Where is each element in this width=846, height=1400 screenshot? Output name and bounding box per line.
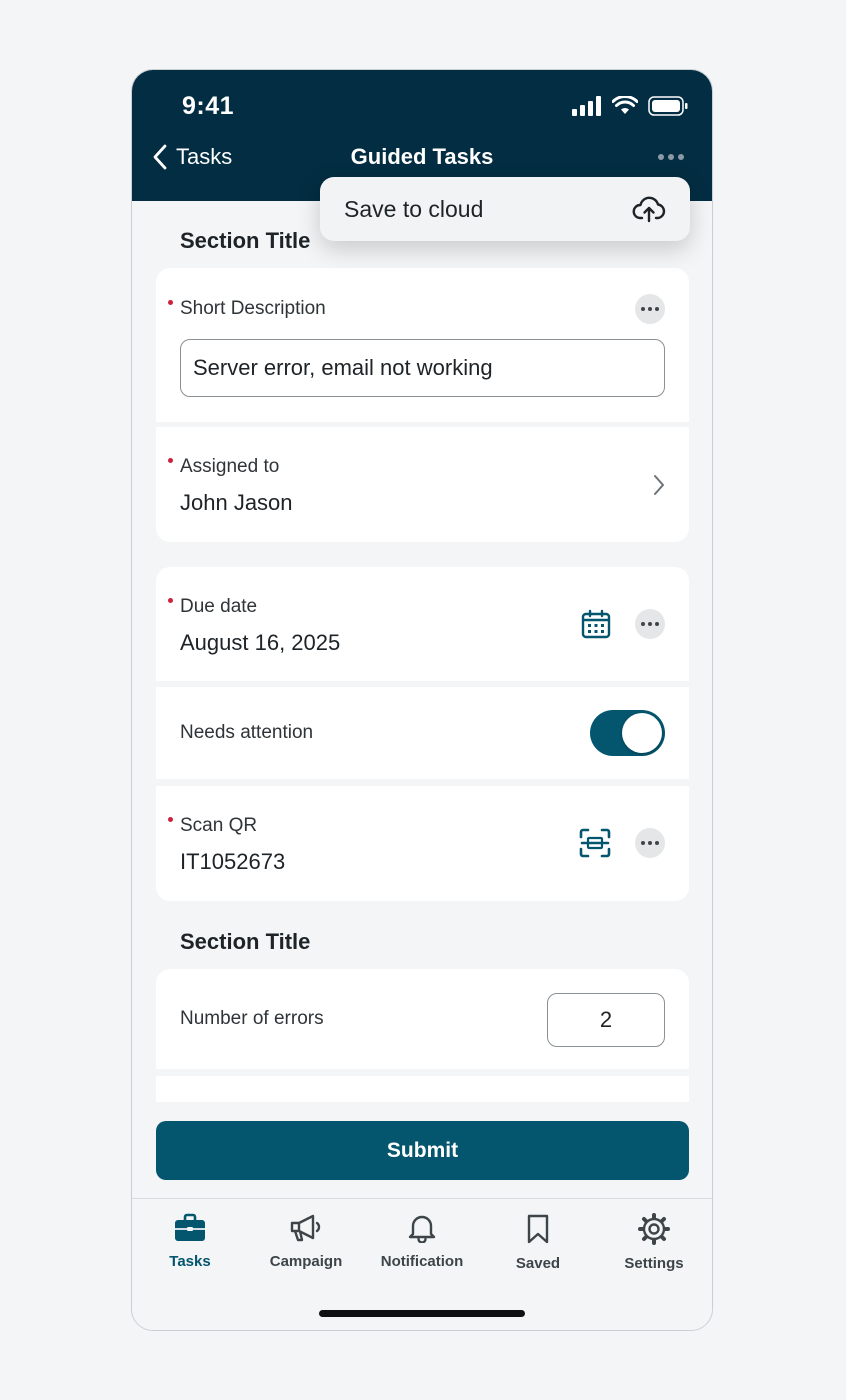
due-date-value: August 16, 2025: [180, 630, 341, 655]
number-of-errors-row: Number of errors 2: [156, 969, 689, 1069]
needs-attention-row: Needs attention: [156, 687, 689, 779]
assigned-to-row[interactable]: Assigned to John Jason: [156, 427, 689, 542]
wifi-icon: [612, 96, 638, 114]
scan-qr-value: IT1052673: [180, 849, 286, 874]
battery-icon: [648, 96, 688, 116]
field-more-button[interactable]: [635, 828, 665, 858]
form-content[interactable]: Section Title Short Description Server e…: [132, 201, 712, 1102]
assigned-to-label: Assigned to: [180, 456, 280, 477]
due-date-label: Due date: [180, 596, 258, 617]
due-date-card: Due date August 16, 2025: [156, 567, 689, 681]
next-field-card: [156, 1076, 689, 1102]
submit-button[interactable]: Submit: [156, 1121, 689, 1180]
toggle-knob: [622, 713, 662, 753]
scan-icon[interactable]: [579, 828, 611, 858]
bell-icon: [408, 1215, 436, 1243]
tab-label: Saved: [515, 1255, 561, 1272]
field-more-button[interactable]: [635, 294, 665, 324]
save-to-cloud-menu-item[interactable]: Save to cloud: [320, 177, 690, 241]
scan-qr-card: Scan QR IT1052673: [156, 786, 689, 901]
tab-label: Campaign: [269, 1253, 343, 1270]
needs-attention-label: Needs attention: [180, 722, 314, 743]
more-options-button[interactable]: [658, 154, 684, 160]
cloud-upload-icon: [632, 196, 666, 223]
chevron-right-icon: [654, 475, 664, 495]
more-dot: [648, 307, 652, 311]
more-dot: [668, 154, 674, 160]
short-description-input[interactable]: Server error, email not working: [180, 339, 665, 397]
required-indicator: [168, 817, 173, 822]
tab-label: Notification: [380, 1253, 464, 1270]
assigned-to-value: John Jason: [180, 490, 293, 515]
more-dot: [678, 154, 684, 160]
phone-frame: 9:41 Tasks Guided Tasks Save to cloud Se…: [131, 69, 713, 1331]
required-indicator: [168, 300, 173, 305]
tab-campaign[interactable]: Campaign: [248, 1213, 364, 1270]
tab-notification[interactable]: Notification: [364, 1213, 480, 1270]
required-indicator: [168, 458, 173, 463]
megaphone-icon: [290, 1214, 321, 1242]
status-icons: [572, 96, 688, 116]
short-description-label: Short Description: [180, 298, 326, 319]
signal-icon: [572, 96, 601, 116]
more-dot: [641, 307, 645, 311]
tab-tasks[interactable]: Tasks: [132, 1213, 248, 1270]
tab-saved[interactable]: Saved: [480, 1213, 596, 1272]
more-dot: [648, 622, 652, 626]
footer: Submit Tasks Campaign Notification Saved…: [132, 1102, 712, 1330]
briefcase-icon: [175, 1213, 205, 1241]
bookmark-icon: [527, 1214, 549, 1244]
home-indicator: [319, 1310, 525, 1317]
short-description-card: Short Description Server error, email no…: [156, 268, 689, 422]
calendar-icon[interactable]: [581, 609, 611, 639]
field-more-button[interactable]: [635, 609, 665, 639]
scan-qr-label: Scan QR: [180, 815, 258, 836]
more-dot: [655, 841, 659, 845]
tab-label: Tasks: [169, 1253, 211, 1270]
section-title: Section Title: [180, 929, 311, 954]
gear-icon: [638, 1213, 670, 1245]
more-dot: [655, 307, 659, 311]
tab-settings[interactable]: Settings: [596, 1213, 712, 1272]
page-title: Guided Tasks: [350, 144, 494, 169]
more-dot: [641, 622, 645, 626]
save-to-cloud-label: Save to cloud: [344, 195, 484, 222]
number-of-errors-label: Number of errors: [180, 1008, 324, 1029]
required-indicator: [168, 598, 173, 603]
section-title: Section Title: [180, 228, 311, 253]
more-dot: [648, 841, 652, 845]
more-dot: [658, 154, 664, 160]
status-time: 9:41: [182, 92, 235, 120]
more-dot: [641, 841, 645, 845]
more-dot: [655, 622, 659, 626]
needs-attention-toggle[interactable]: [590, 710, 665, 756]
number-of-errors-input[interactable]: 2: [547, 993, 665, 1047]
tab-label: Settings: [624, 1255, 684, 1272]
